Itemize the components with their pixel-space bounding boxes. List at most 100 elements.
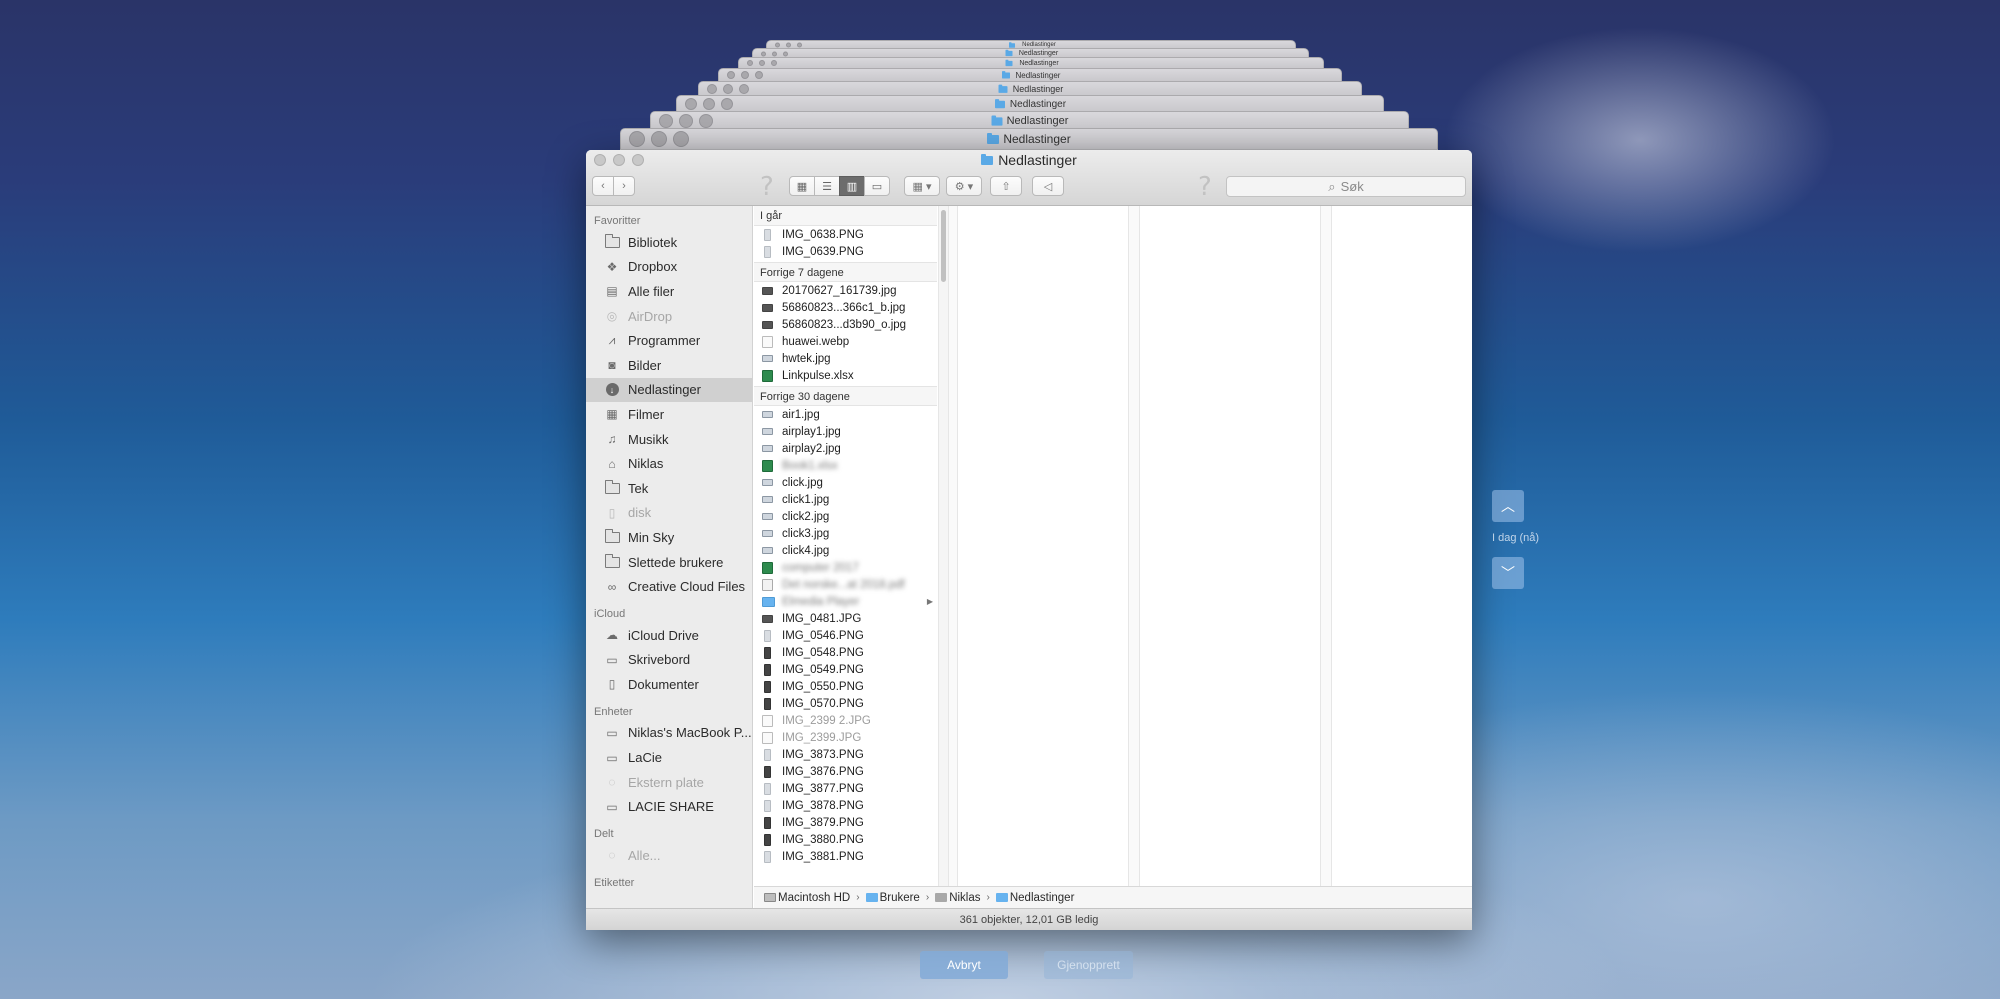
file-row[interactable]: IMG_0548.PNG — [754, 644, 937, 661]
file-row[interactable]: 56860823...366c1_b.jpg — [754, 299, 937, 316]
tags-button[interactable]: ◁ — [1032, 176, 1064, 196]
file-row[interactable]: Book1.xlsx — [754, 457, 937, 474]
file-name: Det norske...at 2018.pdf — [782, 578, 905, 591]
file-row[interactable]: 20170627_161739.jpg — [754, 282, 937, 299]
sidebar-item-niklas-s-macbook-p[interactable]: ▭ Niklas's MacBook P... — [586, 721, 752, 746]
timeline-up-button[interactable]: ︿ — [1492, 490, 1524, 522]
path-separator-icon: › — [986, 892, 990, 903]
file-row[interactable]: click2.jpg — [754, 508, 937, 525]
file-row[interactable]: airplay1.jpg — [754, 423, 937, 440]
file-row[interactable]: 56860823...d3b90_o.jpg — [754, 316, 937, 333]
background-window[interactable]: Nedlastinger — [620, 128, 1438, 150]
sidebar-item-skrivebord[interactable]: ▭ Skrivebord — [586, 648, 752, 673]
column-scrollbar[interactable] — [938, 206, 948, 886]
sidebar-item-programmer[interactable]: ⩘ Programmer — [586, 328, 752, 353]
back-button[interactable]: ‹ — [592, 176, 614, 196]
file-group-header: Forrige 7 dagene — [754, 262, 937, 282]
file-row[interactable]: huawei.webp — [754, 333, 937, 350]
restore-button[interactable]: Gjenopprett — [1044, 951, 1133, 979]
file-row[interactable]: IMG_2399.JPG — [754, 729, 937, 746]
sidebar-item-airdrop[interactable]: ◎ AirDrop — [586, 304, 752, 329]
file-row[interactable]: IMG_2399 2.JPG — [754, 712, 937, 729]
file-name: Book1.xlsx — [782, 459, 838, 472]
path-segment[interactable]: Brukere — [865, 892, 920, 904]
file-row[interactable]: Elmedia Player ▶ — [754, 593, 937, 610]
icon-view-button[interactable]: ▦ — [789, 176, 815, 196]
camera-icon: ◙ — [608, 358, 616, 373]
sidebar-item-niklas[interactable]: ⌂ Niklas — [586, 451, 752, 476]
file-row[interactable]: click4.jpg — [754, 542, 937, 559]
file-row[interactable]: IMG_0570.PNG — [754, 695, 937, 712]
sidebar-item-label: Filmer — [628, 406, 665, 422]
sidebar-item-creative-cloud-files[interactable]: ∞ Creative Cloud Files — [586, 574, 752, 599]
column-gap — [948, 206, 958, 886]
file-row[interactable]: IMG_3876.PNG — [754, 763, 937, 780]
path-segment[interactable]: Macintosh HD — [764, 892, 850, 904]
file-row[interactable]: air1.jpg — [754, 406, 937, 423]
folder-icon — [762, 596, 775, 607]
file-row[interactable]: computer 2017 — [754, 559, 937, 576]
sidebar-item-bibliotek[interactable]: Bibliotek — [586, 230, 752, 255]
cancel-button[interactable]: Avbryt — [920, 951, 1008, 979]
sidebar-item-alle-filer[interactable]: ▤ Alle filer — [586, 279, 752, 304]
file-name: air1.jpg — [782, 408, 820, 421]
sidebar-item-tek[interactable]: Tek — [586, 476, 752, 501]
forward-button[interactable]: › — [613, 176, 635, 196]
sidebar-item-nedlastinger[interactable]: ↓ Nedlastinger — [586, 377, 752, 403]
sidebar-item-filmer[interactable]: ▦ Filmer — [586, 402, 752, 427]
file-row[interactable]: IMG_3881.PNG — [754, 848, 937, 865]
file-row[interactable]: IMG_0639.PNG — [754, 243, 937, 260]
sidebar-item-bilder[interactable]: ◙ Bilder — [586, 353, 752, 378]
sidebar-item-dokumenter[interactable]: ▯ Dokumenter — [586, 672, 752, 697]
file-row[interactable]: click1.jpg — [754, 491, 937, 508]
path-segment[interactable]: Nedlastinger — [995, 892, 1074, 904]
sidebar-item-label: Bilder — [628, 357, 662, 373]
file-row[interactable]: Det norske...at 2018.pdf — [754, 576, 937, 593]
sidebar-item-lacie-share[interactable]: ▭ LACIE SHARE — [586, 794, 752, 819]
file-row[interactable]: click.jpg — [754, 474, 937, 491]
background-window[interactable]: Nedlastinger — [718, 68, 1342, 82]
sidebar-item-dropbox[interactable]: ❖ Dropbox — [586, 255, 752, 280]
sidebar-item-lacie[interactable]: ▭ LaCie — [586, 745, 752, 770]
search-field[interactable]: ⌕ Søk — [1226, 176, 1466, 197]
scrollbar-thumb[interactable] — [941, 210, 946, 282]
status-bar: 361 objekter, 12,01 GB ledig — [586, 908, 1472, 930]
file-row[interactable]: IMG_3878.PNG — [754, 797, 937, 814]
path-segment[interactable]: Niklas — [935, 892, 981, 904]
file-row[interactable]: IMG_0550.PNG — [754, 678, 937, 695]
coverflow-view-button[interactable]: ▭ — [864, 176, 890, 196]
timeline-down-button[interactable]: ﹀ — [1492, 557, 1524, 589]
hard-drive-icon — [764, 892, 776, 902]
column-view-button[interactable]: ▥ — [839, 176, 865, 196]
arrange-button[interactable]: ▦ ▾ — [904, 176, 940, 196]
sidebar-item-label: Dokumenter — [628, 676, 699, 692]
file-row[interactable]: IMG_0549.PNG — [754, 661, 937, 678]
action-button[interactable]: ⚙ ▾ — [946, 176, 982, 196]
share-button[interactable]: ⇧ — [990, 176, 1022, 196]
sidebar-item-slettede-brukere[interactable]: Slettede brukere — [586, 550, 752, 575]
file-row[interactable]: IMG_0481.JPG — [754, 610, 937, 627]
file-row[interactable]: IMG_3877.PNG — [754, 780, 937, 797]
file-row[interactable]: airplay2.jpg — [754, 440, 937, 457]
chevron-left-icon: ‹ — [601, 180, 605, 192]
file-row[interactable]: IMG_0546.PNG — [754, 627, 937, 644]
sidebar-item-musikk[interactable]: ♫ Musikk — [586, 427, 752, 452]
file-name: hwtek.jpg — [782, 352, 831, 365]
file-row[interactable]: IMG_3873.PNG — [754, 746, 937, 763]
file-row[interactable]: click3.jpg — [754, 525, 937, 542]
file-row[interactable]: IMG_0638.PNG — [754, 226, 937, 243]
file-row[interactable]: hwtek.jpg — [754, 350, 937, 367]
file-name: IMG_0546.PNG — [782, 629, 864, 642]
file-row[interactable]: Linkpulse.xlsx — [754, 367, 937, 384]
file-name: Elmedia Player — [782, 595, 860, 608]
sidebar-item-alle[interactable]: ◌ Alle... — [586, 843, 752, 868]
list-view-button[interactable]: ☰ — [814, 176, 840, 196]
sidebar-item-ekstern-plate[interactable]: ◌ Ekstern plate — [586, 770, 752, 795]
file-row[interactable]: IMG_3880.PNG — [754, 831, 937, 848]
sidebar-item-min-sky[interactable]: Min Sky — [586, 525, 752, 550]
folder-icon — [865, 892, 878, 902]
sidebar-item-disk[interactable]: ▯ disk — [586, 501, 752, 526]
folder-icon — [987, 132, 1000, 144]
file-row[interactable]: IMG_3879.PNG — [754, 814, 937, 831]
sidebar-item-icloud-drive[interactable]: ☁ iCloud Drive — [586, 623, 752, 648]
